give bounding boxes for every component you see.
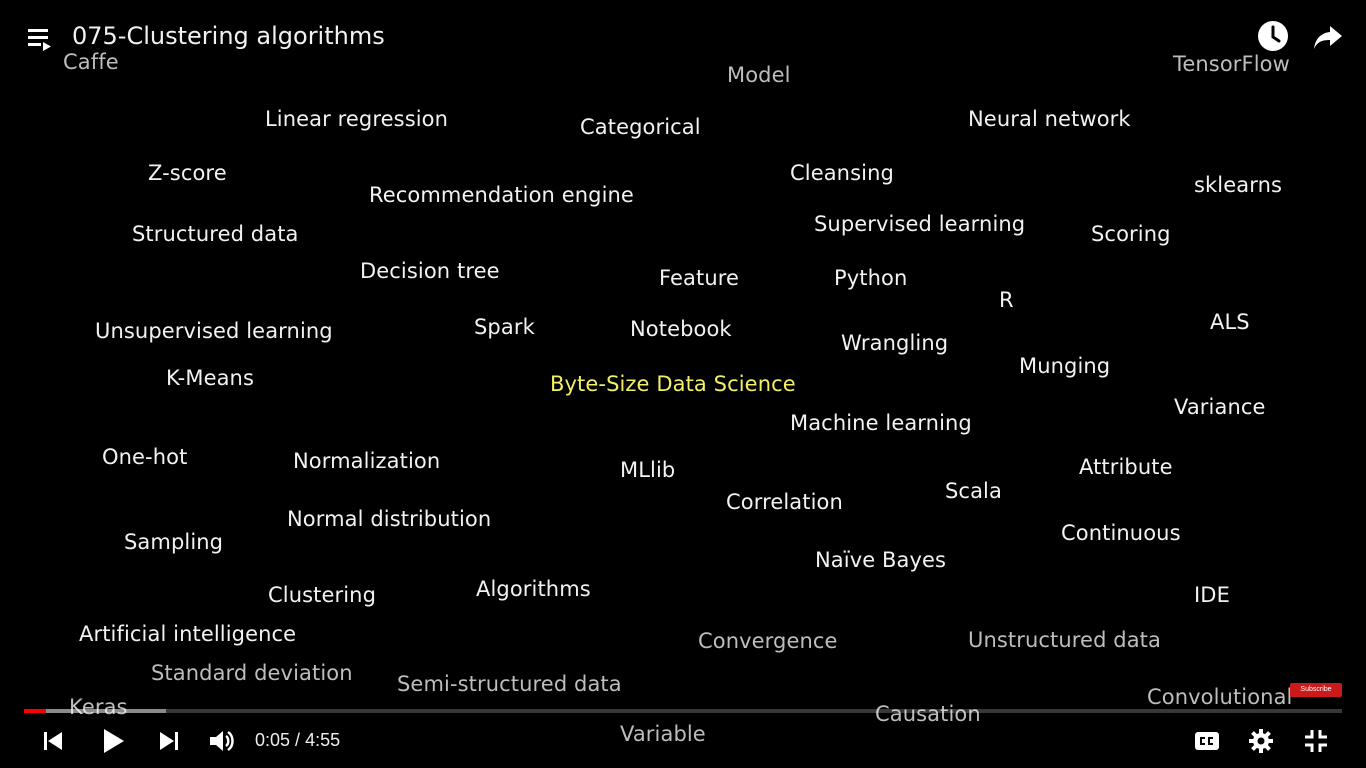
word-convergence: Convergence [698,629,838,653]
skip-next-icon [160,732,178,750]
word-artificial-intelligence: Artificial intelligence [79,622,297,646]
word-variable: Variable [620,722,706,746]
word-decision-tree: Decision tree [360,259,500,283]
word-ide: IDE [1194,583,1230,607]
word-keras: Keras [69,695,128,719]
word-structured-data: Structured data [132,222,299,246]
exit-fullscreen-icon [1305,730,1327,752]
word-r: R [999,288,1014,312]
share-button[interactable] [1311,22,1345,52]
next-button[interactable] [156,728,182,754]
word-categorical: Categorical [580,115,701,139]
word-tensorflow: TensorFlow [1173,52,1290,76]
progress-bar[interactable] [24,709,1342,713]
word-python: Python [834,266,908,290]
clock-icon [1258,21,1288,51]
play-button[interactable] [98,726,128,756]
subscribe-badge[interactable]: Subscribe [1290,683,1342,697]
word-recommendation-engine: Recommendation engine [369,183,634,207]
word-unstructured-data: Unstructured data [968,628,1161,652]
word-normalization: Normalization [293,449,441,473]
video-player[interactable]: Caffe Model TensorFlow Linear regression… [0,0,1366,768]
word-cleansing: Cleansing [790,161,894,185]
word-spark: Spark [474,315,535,339]
volume-button[interactable] [207,727,237,755]
time-separator: / [290,730,306,750]
word-attribute: Attribute [1079,455,1173,479]
word-standard-deviation: Standard deviation [151,661,353,685]
play-icon [104,729,124,753]
word-munging: Munging [1019,354,1111,378]
word-mllib: MLlib [620,458,676,482]
time-display: 0:05 / 4:55 [255,728,340,752]
word-one-hot: One-hot [102,445,188,469]
duration: 4:55 [305,730,341,750]
word-causation: Causation [875,702,981,726]
word-sampling: Sampling [124,530,224,554]
word-correlation: Correlation [726,490,843,514]
word-k-means: K-Means [166,366,255,390]
captions-icon [1195,732,1219,750]
word-convolutional: Convolutional [1147,685,1293,709]
word-supervised-learning: Supervised learning [814,212,1026,236]
exit-fullscreen-button[interactable] [1302,727,1330,755]
word-als: ALS [1210,310,1250,334]
word-sklearns: sklearns [1194,173,1283,197]
word-naive-bayes: Naïve Bayes [815,548,947,572]
word-wrangling: Wrangling [841,331,949,355]
volume-icon [210,730,234,752]
share-icon [1314,26,1342,49]
word-unsupervised-learning: Unsupervised learning [95,319,333,343]
settings-button[interactable] [1247,727,1275,755]
progress-played [24,709,46,713]
word-scoring: Scoring [1091,222,1171,246]
word-z-score: Z-score [148,161,227,185]
word-linear-regression: Linear regression [265,107,449,131]
current-time: 0:05 [255,730,291,750]
word-byte-size-data-science: Byte-Size Data Science [550,372,796,396]
word-algorithms: Algorithms [476,577,591,601]
word-caffe: Caffe [63,50,119,74]
word-normal-distribution: Normal distribution [287,507,492,531]
playlist-icon [28,29,51,51]
skip-previous-icon [44,732,62,750]
word-feature: Feature [659,266,740,290]
previous-button[interactable] [40,728,66,754]
word-semi-structured-data: Semi-structured data [397,672,622,696]
word-notebook: Notebook [630,317,732,341]
word-variance: Variance [1174,395,1266,419]
gear-icon [1249,729,1273,753]
word-clustering: Clustering [268,583,377,607]
word-machine-learning: Machine learning [790,411,972,435]
word-continuous: Continuous [1061,521,1181,545]
word-neural-network: Neural network [968,107,1131,131]
playlist-button[interactable] [26,26,56,54]
captions-button[interactable] [1193,728,1221,754]
watch-later-button[interactable] [1256,19,1290,53]
video-title[interactable]: 075-Clustering algorithms [72,20,385,52]
word-model: Model [727,63,791,87]
word-scala: Scala [945,479,1002,503]
